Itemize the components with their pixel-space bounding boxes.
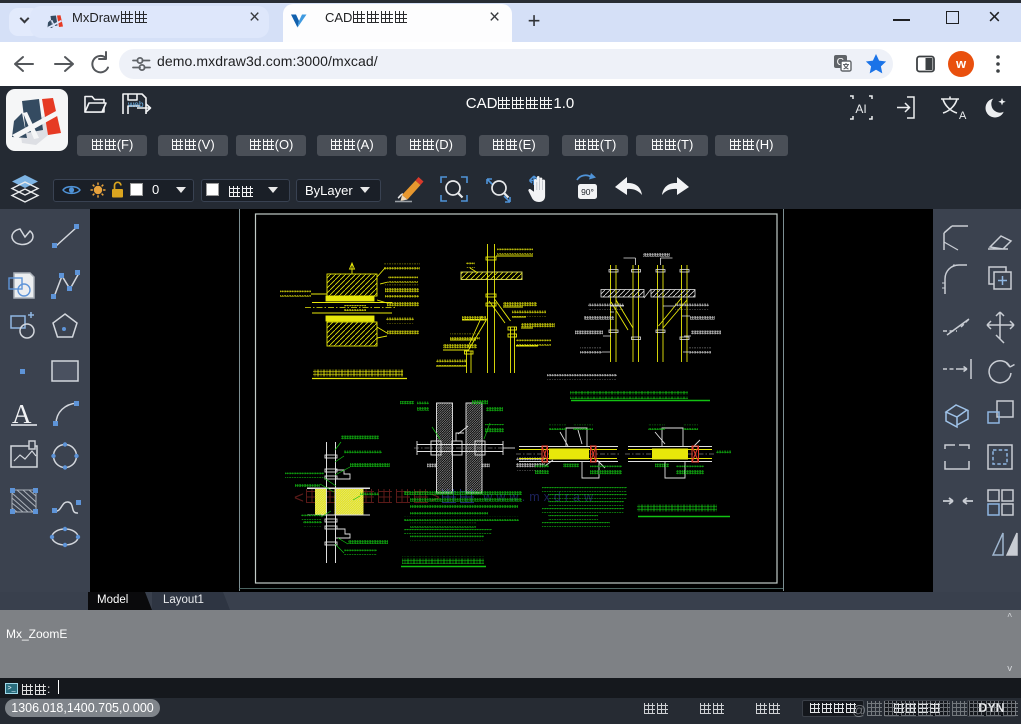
svg-text:90°: 90° <box>581 187 594 197</box>
svg-text:web: web <box>127 99 144 109</box>
svg-text:AI: AI <box>855 102 866 116</box>
svg-text:A: A <box>959 110 967 122</box>
